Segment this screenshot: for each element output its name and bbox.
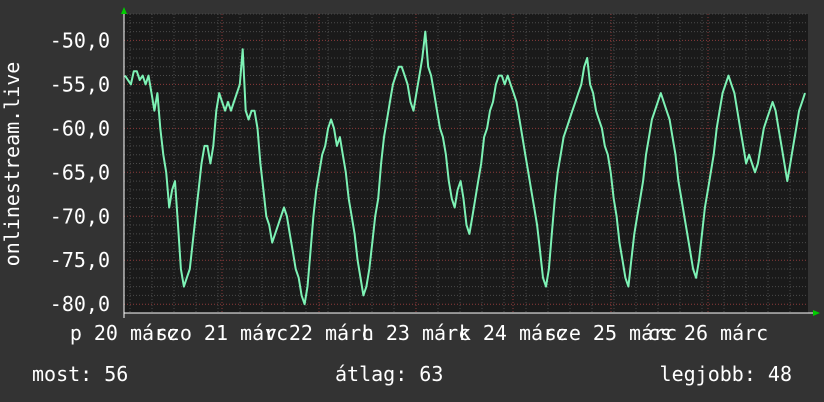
stat-best: legjobb: 48 (660, 362, 792, 386)
y-tick-label: -75,0 (50, 248, 110, 272)
stat-average-label: átlag: (335, 362, 408, 386)
latency-chart: -50,0 -55,0 -60,0 -65,0 -70,0 -75,0 -80,0 p 20… (0, 7, 820, 345)
stat-current-label: most: (32, 362, 93, 386)
rrd-graph: -50,0 -55,0 -60,0 -65,0 -70,0 -75,0 -80,0 p 20… (0, 0, 824, 402)
stat-best-label: legjobb: (659, 362, 756, 386)
stat-current-value: 56 (104, 362, 129, 386)
y-tick-label: -70,0 (50, 204, 110, 228)
stat-average: átlag: 63 (335, 362, 443, 386)
x-axis-arrow (813, 310, 820, 316)
y-axis-arrow (121, 7, 127, 14)
x-tick-label: h 23 márc (362, 321, 470, 345)
y-tick-label: -65,0 (50, 160, 110, 184)
stat-best-value: 48 (767, 362, 792, 386)
y-tick-labels: -50,0 -55,0 -60,0 -65,0 -70,0 -75,0 -80,0 (50, 28, 110, 316)
x-tick-label: v 22 márc (265, 321, 373, 345)
y-tick-label: -80,0 (50, 292, 110, 316)
x-tick-label: cs 26 márc (648, 321, 768, 345)
y-tick-label: -55,0 (50, 72, 110, 96)
stat-current: most: 56 (32, 362, 128, 386)
y-tick-label: -50,0 (50, 28, 110, 52)
stat-average-value: 63 (419, 362, 444, 386)
y-axis-label: onlinestream.live (0, 62, 24, 267)
y-tick-label: -60,0 (50, 116, 110, 140)
x-tick-labels: p 20 márcszo 21 márcv 22 márch 23 márck … (70, 321, 768, 345)
